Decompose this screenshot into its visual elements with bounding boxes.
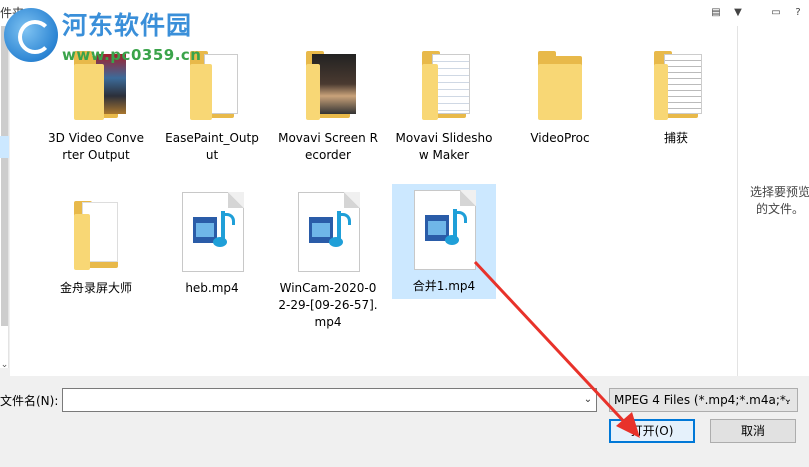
logo-site-name: 河东软件园 — [62, 11, 193, 40]
cancel-button[interactable]: 取消 — [710, 419, 796, 443]
filename-input[interactable] — [62, 388, 597, 412]
file-item[interactable]: 金舟录屏大师 — [44, 186, 148, 297]
chevron-down-icon[interactable]: ⌄ — [580, 388, 596, 412]
file-item-label: 3D Video Converter Output — [48, 131, 144, 162]
video-file-icon — [392, 184, 496, 276]
scroll-down-icon[interactable]: ⌄ — [0, 360, 9, 372]
folder-icon — [508, 36, 612, 128]
filetype-select[interactable]: MPEG 4 Files (*.mp4;*.m4a;*. — [609, 388, 798, 412]
chevron-down-icon[interactable]: ⌄ — [780, 388, 796, 412]
filename-label: 文件名(N): — [0, 394, 59, 408]
file-item-label: VideoProc — [530, 131, 590, 145]
file-item-label: Movavi Slideshow Maker — [395, 131, 493, 162]
dialog-footer: 文件名(N): ⌄ MPEG 4 Files (*.mp4;*.m4a;*. ⌄… — [0, 376, 809, 467]
file-item-label: heb.mp4 — [185, 281, 239, 295]
file-item-selected[interactable]: 合并1.mp4 — [392, 184, 496, 299]
help-icon[interactable]: ? — [787, 2, 809, 22]
file-item[interactable]: Movavi Slideshow Maker — [392, 36, 496, 164]
watermark-logo: 河东软件园 www.pc0359.cn — [4, 4, 202, 64]
view-controls: ▤ ▼ ▭ ? — [705, 2, 809, 22]
file-item-label: 合并1.mp4 — [412, 279, 476, 293]
video-file-icon — [160, 186, 264, 278]
view-menu-icon[interactable]: ▤ — [705, 2, 727, 22]
folder-icon — [624, 36, 728, 128]
file-item-label: 金舟录屏大师 — [59, 281, 132, 295]
open-button[interactable]: 打开(O) — [609, 419, 695, 443]
nav-scrollbar[interactable]: ⌄ — [0, 26, 9, 376]
file-item-label: EasePaint_Output — [165, 131, 259, 162]
logo-url: www.pc0359.cn — [62, 46, 202, 64]
video-file-icon — [276, 186, 380, 278]
file-list: 3D Video Converter Output EasePaint_Outp… — [10, 26, 737, 376]
file-item[interactable]: WinCam-2020-02-29-[09-26-57].mp4 — [276, 186, 380, 331]
preview-message: 选择要预览的文件。 — [750, 185, 809, 216]
preview-pane-icon[interactable]: ▭ — [765, 2, 787, 22]
folder-icon — [392, 36, 496, 128]
logo-icon — [4, 8, 58, 62]
file-item[interactable]: 捕获 — [624, 36, 728, 147]
file-item[interactable]: Movavi Screen Recorder — [276, 36, 380, 164]
nav-scrollbar-thumb[interactable] — [1, 26, 8, 326]
file-item[interactable]: heb.mp4 — [160, 186, 264, 297]
file-item-label: 捕获 — [663, 131, 688, 145]
chevron-down-icon[interactable]: ▼ — [727, 2, 749, 22]
file-item-label: WinCam-2020-02-29-[09-26-57].mp4 — [278, 281, 378, 329]
file-item-label: Movavi Screen Recorder — [278, 131, 378, 162]
folder-icon — [276, 36, 380, 128]
preview-pane: 选择要预览的文件。 — [737, 26, 809, 376]
folder-icon — [44, 186, 148, 278]
file-item[interactable]: VideoProc — [508, 36, 612, 147]
nav-selected-item[interactable] — [0, 136, 9, 158]
